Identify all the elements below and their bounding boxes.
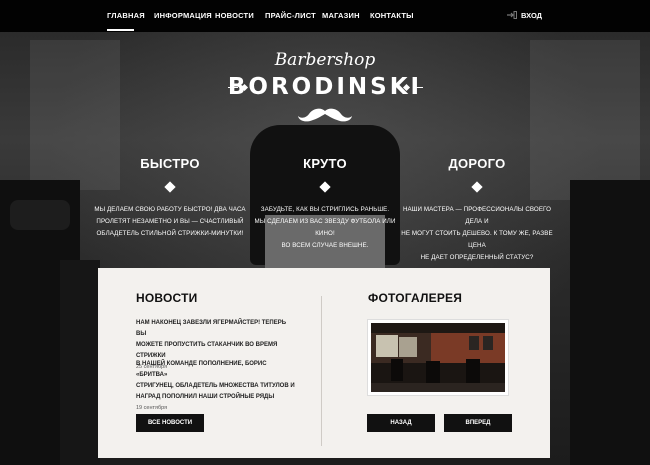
gallery-photo[interactable] <box>368 320 508 395</box>
nav-item-shop[interactable]: МАГАЗИН <box>322 11 360 20</box>
content-panel: НОВОСТИ НАМ НАКОНЕЦ ЗАВЕЗЛИ ЯГЕРМАЙСТЕР!… <box>98 268 550 458</box>
feature-title: КРУТО <box>303 156 347 171</box>
all-news-button[interactable]: ВСЕ НОВОСТИ <box>136 414 204 432</box>
news-date: 19 сентября <box>136 405 168 411</box>
feature-expensive: ДОРОГО НАШИ МАСТЕРА — ПРОФЕССИОНАЛЫ СВОЕ… <box>397 156 557 264</box>
barbershop-interior-image <box>371 323 505 392</box>
feature-cool: КРУТО ЗАБУДЬТЕ, КАК ВЫ СТРИГЛИСЬ РАНЬШЕ.… <box>245 156 405 252</box>
nav-item-home[interactable]: ГЛАВНАЯ <box>107 11 145 20</box>
login-link[interactable]: ВХОД <box>507 11 542 20</box>
feature-fast: БЫСТРО МЫ ДЕЛАЕМ СВОЮ РАБОТУ БЫСТРО! ДВА… <box>90 156 250 240</box>
news-heading: НОВОСТИ <box>136 291 198 305</box>
gallery-heading: ФОТОГАЛЕРЕЯ <box>368 291 463 305</box>
logo-title: BORODINSKI <box>227 74 423 100</box>
logo-divider-right <box>413 87 423 88</box>
nav-item-info[interactable]: ИНФОРМАЦИЯ <box>154 11 212 20</box>
nav-active-indicator <box>107 29 134 31</box>
feature-diamond <box>319 181 331 193</box>
gallery-prev-button[interactable]: НАЗАД <box>367 414 435 432</box>
gallery-next-button[interactable]: ВПЕРЕД <box>444 414 512 432</box>
news-item[interactable]: В НАШЕЙ КОМАНДЕ ПОПОЛНЕНИЕ, БОРИС «БРИТВ… <box>136 359 296 411</box>
login-label: ВХОД <box>521 11 543 20</box>
feature-text: ЗАБУДЬТЕ, КАК ВЫ СТРИГЛИСЬ РАНЬШЕ. МЫ СД… <box>254 206 396 249</box>
panel-divider <box>321 296 322 446</box>
nav-item-contacts[interactable]: КОНТАКТЫ <box>370 11 414 20</box>
nav-item-news[interactable]: НОВОСТИ <box>215 11 254 20</box>
feature-text: НАШИ МАСТЕРА — ПРОФЕССИОНАЛЫ СВОЕГО ДЕЛА… <box>401 206 553 261</box>
feature-diamond <box>164 181 176 193</box>
mustache-icon <box>297 106 353 129</box>
feature-text: МЫ ДЕЛАЕМ СВОЮ РАБОТУ БЫСТРО! ДВА ЧАСА П… <box>94 206 246 237</box>
top-nav: ГЛАВНАЯ ИНФОРМАЦИЯ НОВОСТИ ПРАЙС-ЛИСТ МА… <box>0 0 650 32</box>
feature-title: БЫСТРО <box>140 156 200 171</box>
feature-diamond <box>471 181 483 193</box>
login-icon <box>507 11 517 19</box>
feature-title: ДОРОГО <box>448 156 506 171</box>
logo-script: Barbershop <box>274 50 376 70</box>
news-text: НАМ НАКОНЕЦ ЗАВЕЗЛИ ЯГЕРМАЙСТЕР! ТЕПЕРЬ … <box>136 320 287 359</box>
news-text: В НАШЕЙ КОМАНДЕ ПОПОЛНЕНИЕ, БОРИС «БРИТВ… <box>136 361 295 400</box>
nav-item-prices[interactable]: ПРАЙС-ЛИСТ <box>265 11 316 20</box>
